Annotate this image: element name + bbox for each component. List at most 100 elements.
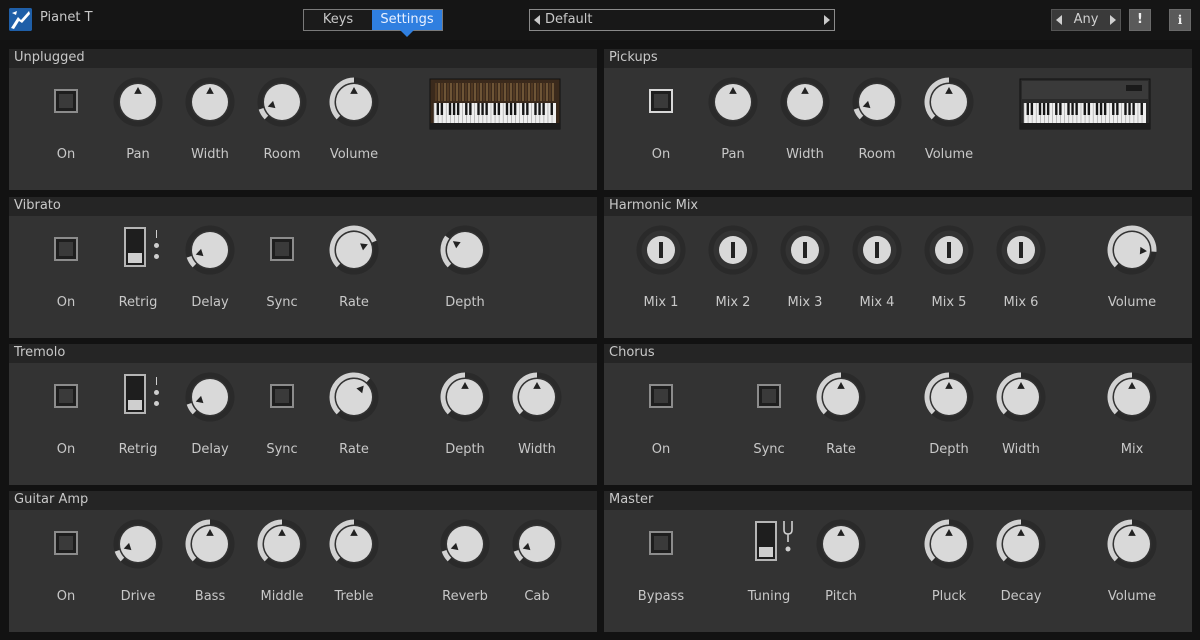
control-depth: Depth: [425, 216, 505, 338]
bass-knob[interactable]: [185, 519, 235, 569]
volume-knob[interactable]: [1107, 519, 1157, 569]
preset-selector[interactable]: Default: [529, 9, 835, 31]
cab-knob[interactable]: [512, 519, 562, 569]
control-rate: Rate: [801, 363, 881, 485]
depth-knob[interactable]: [924, 372, 974, 422]
sync-checkbox[interactable]: [757, 384, 781, 408]
control-bypass: Bypass: [621, 510, 701, 632]
panel-chorus: Chorus On Sync Rate Depth Width Mix: [604, 344, 1192, 485]
alert-button[interactable]: !: [1129, 9, 1151, 31]
delay-knob[interactable]: [185, 372, 235, 422]
on-checkbox[interactable]: [54, 89, 78, 113]
panel-body: On Retrig Delay Sync Rate Depth: [9, 216, 597, 338]
on-label: On: [56, 295, 76, 310]
treble-knob[interactable]: [329, 519, 379, 569]
mix-6-label: Mix 6: [1003, 295, 1039, 310]
bypass-checkbox[interactable]: [649, 531, 673, 555]
mix-4-knob[interactable]: [852, 225, 902, 275]
on-label: On: [56, 147, 76, 162]
on-checkbox[interactable]: [649, 89, 673, 113]
control-width: Width: [497, 363, 577, 485]
panel-title: Chorus: [604, 344, 1192, 363]
mix-5-knob[interactable]: [924, 225, 974, 275]
tab-settings[interactable]: Settings: [372, 10, 442, 37]
top-bar: Pianet T Keys Settings Default Any ! i: [0, 0, 1200, 40]
mix-1-knob[interactable]: [636, 225, 686, 275]
control-mix-6: Mix 6: [981, 216, 1061, 338]
on-checkbox[interactable]: [54, 384, 78, 408]
room-knob[interactable]: [852, 77, 902, 127]
control-volume: Volume: [1092, 510, 1172, 632]
rate-label: Rate: [826, 442, 856, 457]
control-mix-1: Mix 1: [621, 216, 701, 338]
delay-knob[interactable]: [185, 225, 235, 275]
mix-knob[interactable]: [1107, 372, 1157, 422]
rate-knob[interactable]: [329, 372, 379, 422]
decay-knob[interactable]: [996, 519, 1046, 569]
reverb-knob[interactable]: [440, 519, 490, 569]
control-volume: Volume: [909, 68, 989, 190]
pitch-knob[interactable]: [816, 519, 866, 569]
retrig-switch[interactable]: [124, 227, 146, 267]
mix-2-knob[interactable]: [708, 225, 758, 275]
control-rate: Rate: [314, 363, 394, 485]
room-label: Room: [858, 147, 896, 162]
drive-knob[interactable]: [113, 519, 163, 569]
sync-checkbox[interactable]: [270, 384, 294, 408]
depth-knob[interactable]: [440, 372, 490, 422]
panel-body: On Pan Width Room Volume: [604, 68, 1192, 190]
control-room: Room: [242, 68, 322, 190]
panel-title: Harmonic Mix: [604, 197, 1192, 216]
preset-next-icon[interactable]: [824, 15, 830, 25]
tab-keys[interactable]: Keys: [304, 10, 372, 30]
drive-label: Drive: [120, 589, 156, 604]
retrig-switch[interactable]: [124, 374, 146, 414]
rate-knob[interactable]: [816, 372, 866, 422]
room-knob[interactable]: [257, 77, 307, 127]
mix-5-label: Mix 5: [931, 295, 967, 310]
width-knob[interactable]: [512, 372, 562, 422]
control-mix-5: Mix 5: [909, 216, 989, 338]
width-knob[interactable]: [185, 77, 235, 127]
volume-label: Volume: [1107, 295, 1157, 310]
filter-next-icon[interactable]: [1110, 15, 1116, 25]
pluck-knob[interactable]: [924, 519, 974, 569]
control-room: Room: [837, 68, 917, 190]
pan-knob[interactable]: [113, 77, 163, 127]
panel-title: Master: [604, 491, 1192, 510]
sync-checkbox[interactable]: [270, 237, 294, 261]
mix-6-knob[interactable]: [996, 225, 1046, 275]
control-on: On: [26, 216, 106, 338]
info-button[interactable]: i: [1169, 9, 1191, 31]
middle-knob[interactable]: [257, 519, 307, 569]
volume-knob[interactable]: [1107, 225, 1157, 275]
pitch-label: Pitch: [825, 589, 857, 604]
panel-body: Bypass Tuning Pitch Pluck Decay Volume: [604, 510, 1192, 632]
width-knob[interactable]: [996, 372, 1046, 422]
panel-tremolo: Tremolo On Retrig Delay Sync Rate Depth Width: [9, 344, 597, 485]
on-label: On: [651, 147, 671, 162]
tuning-switch[interactable]: [755, 521, 777, 561]
on-checkbox[interactable]: [54, 531, 78, 555]
on-checkbox[interactable]: [649, 384, 673, 408]
mix-3-knob[interactable]: [780, 225, 830, 275]
control-on: On: [621, 68, 701, 190]
width-label: Width: [191, 147, 229, 162]
pan-knob[interactable]: [708, 77, 758, 127]
on-checkbox[interactable]: [54, 237, 78, 261]
rate-knob[interactable]: [329, 225, 379, 275]
on-label: On: [56, 442, 76, 457]
depth-label: Depth: [445, 295, 485, 310]
control-on: On: [621, 363, 701, 485]
control-on: On: [26, 68, 106, 190]
preset-prev-icon[interactable]: [534, 15, 540, 25]
app-title: Pianet T: [40, 10, 93, 25]
depth-knob[interactable]: [440, 225, 490, 275]
control-pan: Pan: [98, 68, 178, 190]
filter-selector[interactable]: Any: [1051, 9, 1121, 31]
volume-knob[interactable]: [329, 77, 379, 127]
volume-knob[interactable]: [924, 77, 974, 127]
decay-label: Decay: [1000, 589, 1042, 604]
width-knob[interactable]: [780, 77, 830, 127]
control-on: On: [26, 363, 106, 485]
